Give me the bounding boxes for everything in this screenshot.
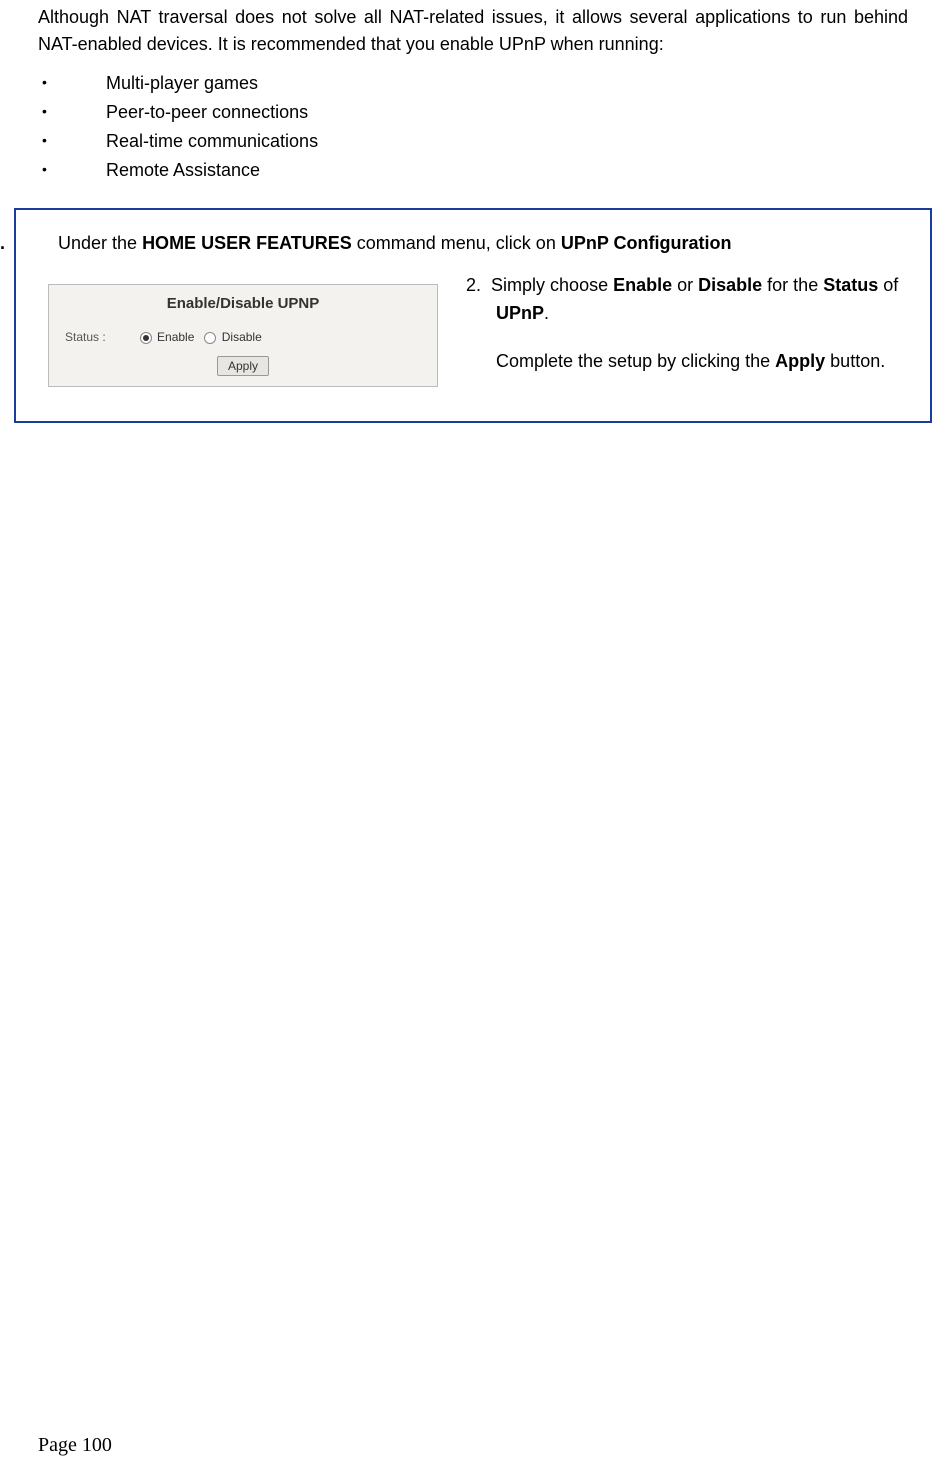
bullet-list: Multi-player games Peer-to-peer connecti… [38,70,908,184]
step-number: 1. [34,230,58,258]
radio-dot-icon [204,332,216,344]
step-2-text: 2. Simply choose Enable or Disable for t… [466,272,918,376]
radio-label: Enable [157,330,194,344]
list-item: Multi-player games [38,70,908,97]
list-item: Remote Assistance [38,157,908,184]
radio-label: Disable [222,330,262,344]
text: Simply choose [491,275,613,295]
text: button. [825,351,885,371]
enable-bold: Enable [613,275,672,295]
list-item: Peer-to-peer connections [38,99,908,126]
step-1-text: 1.Under the HOME USER FEATURES command m… [30,230,918,258]
status-radio-group: Enable Disable [140,330,262,344]
instruction-box: 1.Under the HOME USER FEATURES command m… [14,208,932,423]
radio-dot-icon [140,332,152,344]
apply-button[interactable]: Apply [217,356,269,376]
status-bold: Status [823,275,878,295]
upnp-bold: UPnP [496,303,544,323]
intro-paragraph: Although NAT traversal does not solve al… [38,4,908,58]
apply-bold: Apply [775,351,825,371]
text: Under the [58,233,142,253]
step-2-line2: Complete the setup by clicking the Apply… [466,348,914,376]
text: Complete the setup by clicking the [496,351,775,371]
text: of [878,275,898,295]
list-item: Real-time communications [38,128,908,155]
text: . [544,303,549,323]
radio-disable[interactable]: Disable [204,330,261,344]
step-2-line1: 2. Simply choose Enable or Disable for t… [466,272,914,328]
menu-name-bold: HOME USER FEATURES [142,233,352,253]
page-number: Page 100 [38,1434,112,1457]
disable-bold: Disable [698,275,762,295]
widget-body: Status : Enable Disable [49,326,437,348]
text: for the [762,275,823,295]
step-number: 2. [466,275,481,295]
step-two-area: Enable/Disable UPNP Status : Enable Disa… [28,284,918,387]
radio-enable[interactable]: Enable [140,330,195,344]
text: command menu, click on [352,233,561,253]
link-name-bold: UPnP Configuration [561,233,732,253]
upnp-config-screenshot: Enable/Disable UPNP Status : Enable Disa… [48,284,438,387]
widget-title: Enable/Disable UPNP [49,285,437,326]
widget-footer: Apply [49,348,437,386]
text: or [672,275,698,295]
status-label: Status : [65,330,106,344]
